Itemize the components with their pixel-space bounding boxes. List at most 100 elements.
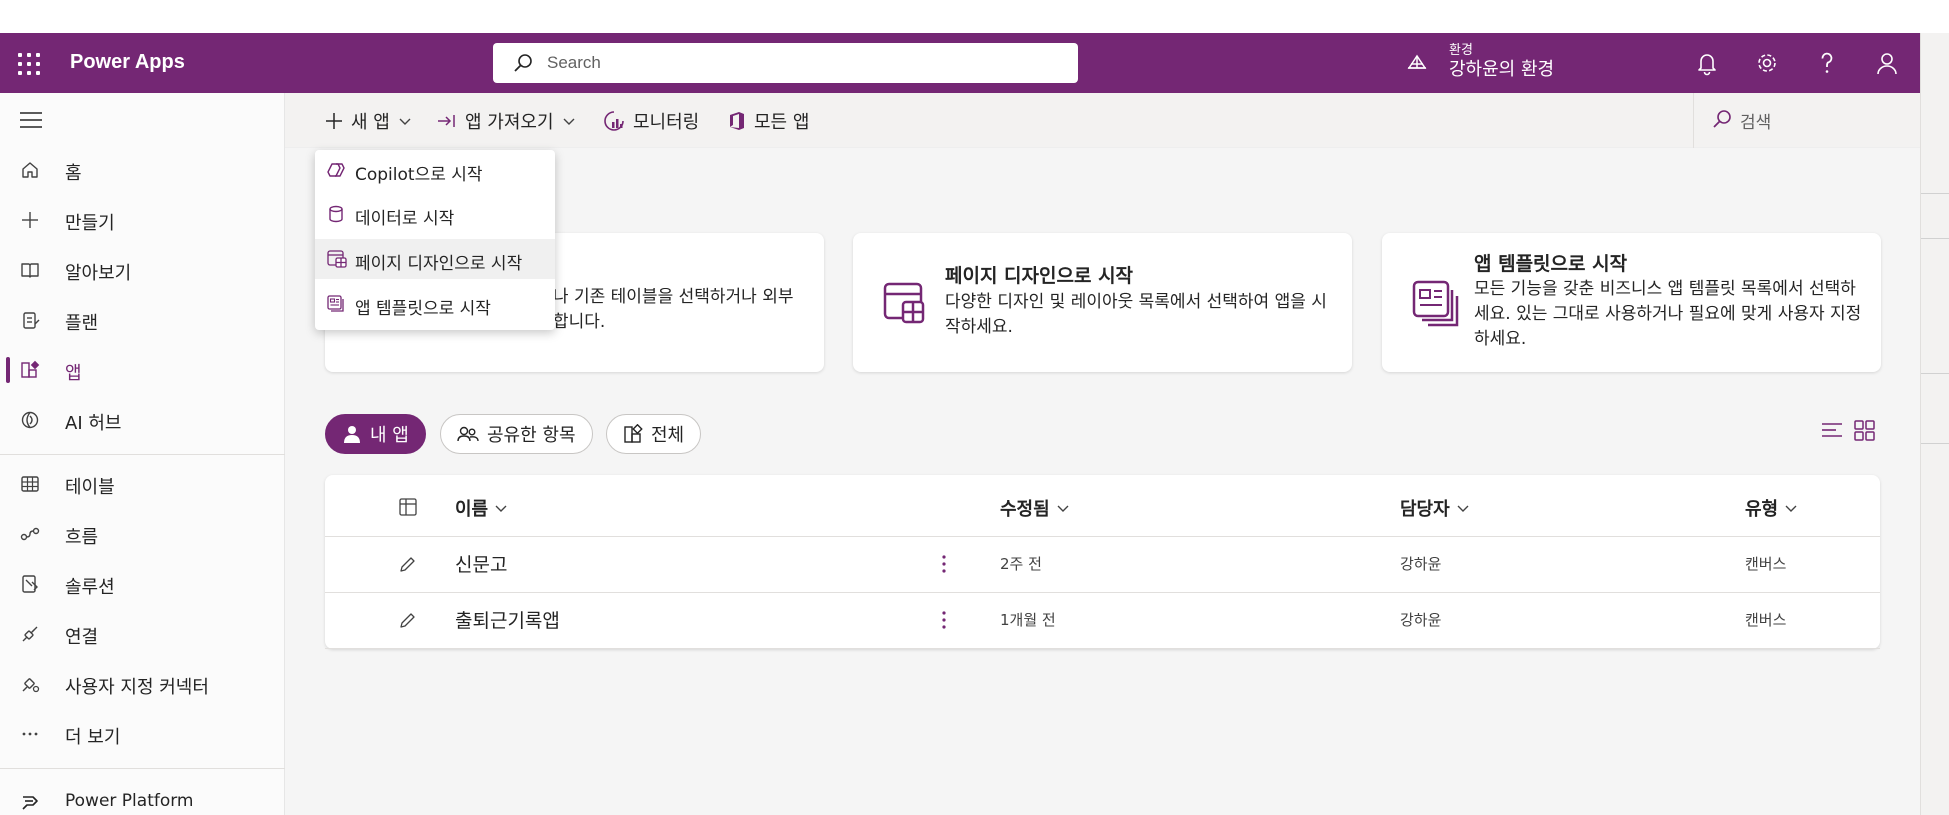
table-row[interactable]: 신문고 2주 전 강하윤 캔버스 <box>325 537 1880 593</box>
sidebar-item-power-platform[interactable]: Power Platform <box>0 782 285 815</box>
all-apps-icon <box>624 424 643 443</box>
more-icon <box>22 732 38 736</box>
import-icon <box>438 115 455 127</box>
sidebar-item-home[interactable]: 홈 <box>0 150 285 190</box>
global-search-input[interactable]: Search <box>493 43 1078 83</box>
sidebar-item-label: 솔루션 <box>65 577 115 598</box>
sidebar-item-ai-hub[interactable]: AI 허브 <box>0 400 285 440</box>
hamburger-menu-icon[interactable] <box>20 111 42 129</box>
filter-all[interactable]: 전체 <box>606 414 702 454</box>
plus-icon <box>22 212 38 228</box>
grid-view-icon[interactable] <box>1853 419 1877 443</box>
card-title: 페이지 디자인으로 시작 <box>945 265 1134 287</box>
sidebar-item-custom-connectors[interactable]: 사용자 지정 커넥터 <box>0 664 285 704</box>
sidebar-item-apps[interactable]: 앱 <box>0 350 285 390</box>
office-apps-icon <box>730 112 744 130</box>
sidebar-item-label: 앱 <box>65 363 82 384</box>
card-start-with-app-template[interactable]: 앱 템플릿으로 시작 모든 기능을 갖춘 비즈니스 앱 템플릿 목록에서 선택하… <box>1382 233 1881 372</box>
all-apps-label: 모든 앱 <box>754 112 810 133</box>
person-icon <box>344 426 360 443</box>
chevron-down-icon <box>495 505 507 512</box>
menu-item-label: 데이터로 시작 <box>355 209 455 229</box>
apps-search-input[interactable]: 검색 <box>1693 93 1920 148</box>
help-icon[interactable] <box>1813 49 1841 77</box>
app-title[interactable]: Power Apps <box>70 51 185 74</box>
card-description: 모든 기능을 갖춘 비즈니스 앱 템플릿 목록에서 선택하세요. 있는 그대로 … <box>1474 279 1862 349</box>
sidebar-item-solutions[interactable]: 솔루션 <box>0 564 285 604</box>
monitoring-label: 모니터링 <box>633 112 700 133</box>
filter-label: 내 앱 <box>370 425 409 446</box>
import-app-button[interactable]: 앱 가져오기 <box>437 107 576 135</box>
search-placeholder: Search <box>547 53 601 72</box>
app-launcher-icon[interactable] <box>18 53 40 75</box>
command-bar: 새 앱 앱 가져오기 모니터링 모든 앱 검색 <box>285 93 1920 148</box>
user-account-icon[interactable] <box>1873 49 1901 77</box>
flow-icon <box>20 527 40 541</box>
chevron-down-icon <box>399 118 411 125</box>
search-icon <box>1713 110 1731 128</box>
app-name-link[interactable]: 신문고 <box>455 550 507 577</box>
environment-name[interactable]: 강하윤의 환경 <box>1449 55 1554 81</box>
sidebar-item-label: 홈 <box>65 163 82 184</box>
plus-icon <box>326 113 342 129</box>
copilot-icon <box>327 163 345 177</box>
menu-item-start-with-copilot[interactable]: Copilot으로 시작 <box>315 150 555 190</box>
column-header-label: 유형 <box>1745 499 1779 520</box>
side-panel-strip <box>1920 33 1949 815</box>
settings-gear-icon[interactable] <box>1753 49 1781 77</box>
app-name-link[interactable]: 출퇴근기록앱 <box>455 606 560 633</box>
environment-icon[interactable] <box>1405 50 1429 74</box>
filter-shared[interactable]: 공유한 항목 <box>440 414 593 454</box>
notifications-bell-icon[interactable] <box>1693 49 1721 77</box>
sidebar-item-tables[interactable]: 테이블 <box>0 464 285 504</box>
new-app-button[interactable]: 새 앱 <box>325 107 412 135</box>
sidebar-item-create[interactable]: 만들기 <box>0 200 285 240</box>
page-design-icon <box>327 250 347 268</box>
table-row[interactable]: 출퇴근기록앱 1개월 전 강하윤 캔버스 <box>325 593 1880 649</box>
edit-pencil-icon[interactable] <box>398 556 416 574</box>
nav-divider <box>0 454 285 455</box>
menu-item-start-with-data[interactable]: 데이터로 시작 <box>315 194 555 234</box>
column-header-label: 이름 <box>455 499 489 520</box>
sidebar-item-label: 테이블 <box>65 477 115 498</box>
sidebar-item-connections[interactable]: 연결 <box>0 614 285 654</box>
more-vertical-icon[interactable] <box>940 608 948 632</box>
card-description: 다양한 디자인 및 레이아웃 목록에서 선택하여 앱을 시작하세요. <box>945 292 1327 337</box>
sidebar-item-more[interactable]: 더 보기 <box>0 714 285 754</box>
home-icon <box>22 162 38 178</box>
column-header-modified[interactable]: 수정됨 <box>1000 495 1070 521</box>
sidebar-item-label: 만들기 <box>65 213 115 234</box>
all-apps-button[interactable]: 모든 앱 <box>728 107 809 135</box>
active-indicator <box>6 357 10 383</box>
monitoring-button[interactable]: 모니터링 <box>603 107 699 135</box>
window-top-strip <box>0 0 1949 33</box>
table-header: 이름 수정됨 담당자 유형 <box>325 475 1880 537</box>
menu-item-label: 앱 템플릿으로 시작 <box>355 299 491 319</box>
type-cell: 캔버스 <box>1745 611 1787 629</box>
nav-divider <box>0 768 285 769</box>
solution-icon <box>22 575 38 593</box>
monitor-gauge-icon <box>604 111 624 131</box>
edit-pencil-icon[interactable] <box>398 612 416 630</box>
sidebar-item-flows[interactable]: 흐름 <box>0 514 285 554</box>
filter-label: 공유한 항목 <box>487 425 576 446</box>
filter-my-apps[interactable]: 내 앱 <box>325 414 426 454</box>
column-header-type[interactable]: 유형 <box>1745 495 1798 521</box>
column-header-name[interactable]: 이름 <box>455 495 508 521</box>
card-start-with-page-design[interactable]: 페이지 디자인으로 시작 다양한 디자인 및 레이아웃 목록에서 선택하여 앱을… <box>853 233 1352 372</box>
sidebar-item-learn[interactable]: 알아보기 <box>0 250 285 290</box>
sidebar-item-plans[interactable]: 플랜 <box>0 300 285 340</box>
app-template-icon <box>1412 280 1459 327</box>
menu-item-start-with-app-template[interactable]: 앱 템플릿으로 시작 <box>315 284 555 324</box>
column-options-icon[interactable] <box>398 497 418 517</box>
list-view-icon[interactable] <box>1820 419 1844 443</box>
menu-item-label: 페이지 디자인으로 시작 <box>355 254 523 274</box>
more-vertical-icon[interactable] <box>940 552 948 576</box>
left-navigation: 홈 만들기 알아보기 플랜 앱 AI 허브 테이블 흐름 솔루션 연결 사용자 <box>0 93 285 815</box>
card-title: 앱 템플릿으로 시작 <box>1474 253 1628 275</box>
chevron-down-icon <box>1785 505 1797 512</box>
column-header-owner[interactable]: 담당자 <box>1400 495 1470 521</box>
menu-item-start-with-page-design[interactable]: 페이지 디자인으로 시작 <box>315 239 555 279</box>
table-icon <box>21 476 39 492</box>
column-header-label: 수정됨 <box>1000 499 1050 520</box>
